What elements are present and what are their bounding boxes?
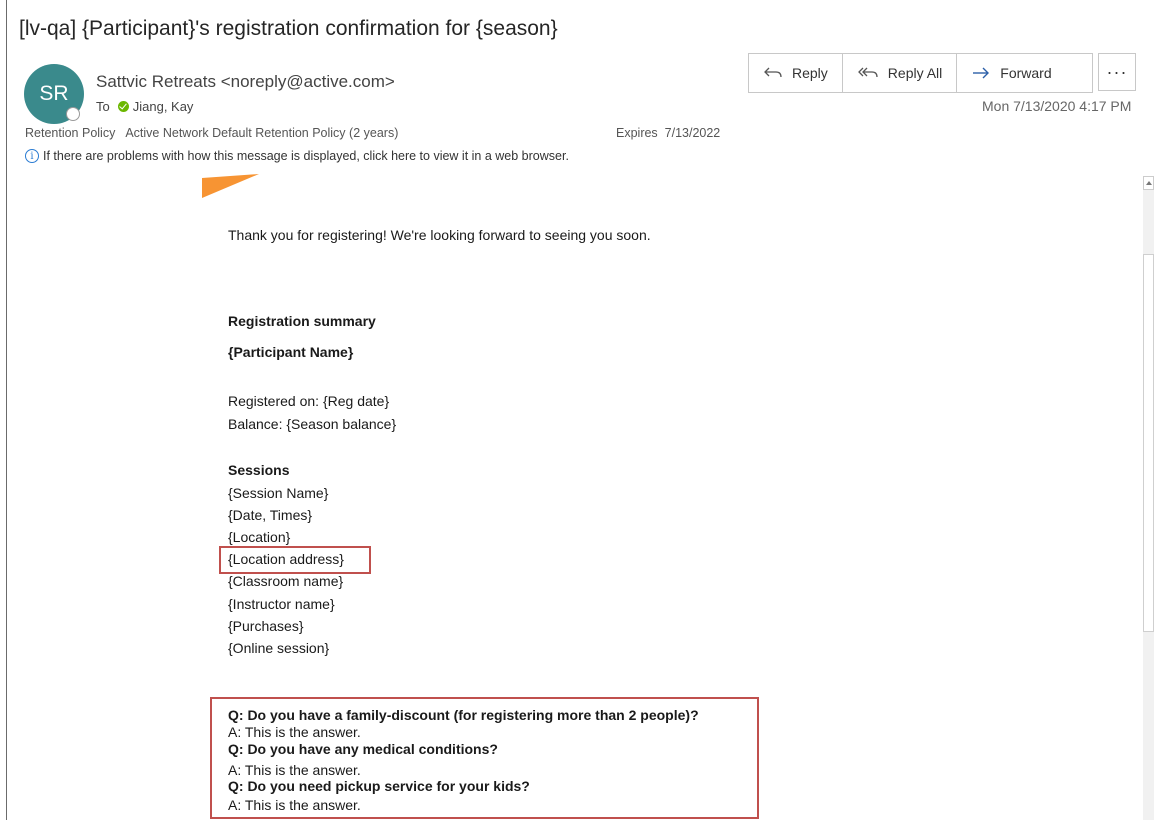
session-line: {Session Name}: [228, 485, 329, 501]
retention-policy: Retention Policy Active Network Default R…: [25, 126, 398, 140]
registered-on: Registered on: {Reg date}: [228, 393, 390, 409]
reply-all-label: Reply All: [887, 65, 943, 81]
sessions-heading: Sessions: [228, 462, 290, 478]
reply-all-button[interactable]: Reply All: [843, 54, 958, 92]
email-banner-graphic: [202, 174, 259, 198]
email-subject: [lv-qa] {Participant}'s registration con…: [19, 17, 558, 40]
presence-status-icon: [66, 107, 80, 121]
vertical-scrollbar[interactable]: [1143, 176, 1154, 820]
sender-name[interactable]: Sattvic Retreats <noreply@active.com>: [96, 72, 395, 92]
display-problem-infobar[interactable]: i If there are problems with how this me…: [25, 149, 569, 163]
session-line: {Location}: [228, 529, 291, 545]
more-actions-button[interactable]: ···: [1098, 53, 1136, 91]
forward-button[interactable]: Forward: [957, 54, 1091, 92]
reply-button[interactable]: Reply: [749, 54, 843, 92]
avatar-initials: SR: [39, 82, 69, 105]
greeting-text: Thank you for registering! We're looking…: [228, 227, 651, 243]
reply-icon: [764, 67, 782, 78]
scroll-thumb[interactable]: [1143, 254, 1154, 632]
info-icon: i: [25, 149, 39, 163]
highlight-box-questions: [210, 697, 759, 819]
reply-label: Reply: [792, 65, 828, 81]
forward-arrow-icon: [973, 67, 990, 79]
session-line: {Purchases}: [228, 618, 304, 634]
session-line: {Date, Times}: [228, 507, 313, 523]
highlight-box-location-address: [219, 546, 371, 574]
participant-name: {Participant Name}: [228, 344, 354, 360]
to-label: To: [96, 99, 110, 114]
expires-label: Expires: [616, 126, 658, 140]
summary-heading: Registration summary: [228, 313, 376, 329]
reply-all-icon: [857, 67, 878, 78]
expires-value: 7/13/2022: [664, 126, 721, 140]
retention-label: Retention Policy: [25, 126, 116, 140]
session-line: {Online session}: [228, 640, 330, 656]
message-actions: Reply Reply All Forward: [748, 53, 1093, 93]
available-status-icon: [117, 101, 129, 112]
retention-value: Active Network Default Retention Policy …: [125, 126, 399, 140]
infobar-text: If there are problems with how this mess…: [43, 149, 569, 163]
sent-date: Mon 7/13/2020 4:17 PM: [982, 98, 1132, 114]
scroll-up-arrow-icon[interactable]: [1143, 176, 1154, 190]
expiry-info: Expires 7/13/2022: [616, 126, 720, 140]
session-line: {Classroom name}: [228, 573, 344, 589]
forward-label: Forward: [1000, 65, 1052, 81]
recipient-name[interactable]: Jiang, Kay: [133, 99, 194, 114]
balance: Balance: {Season balance}: [228, 416, 397, 432]
session-line: {Instructor name}: [228, 596, 335, 612]
recipient-row: To Jiang, Kay: [96, 99, 193, 114]
